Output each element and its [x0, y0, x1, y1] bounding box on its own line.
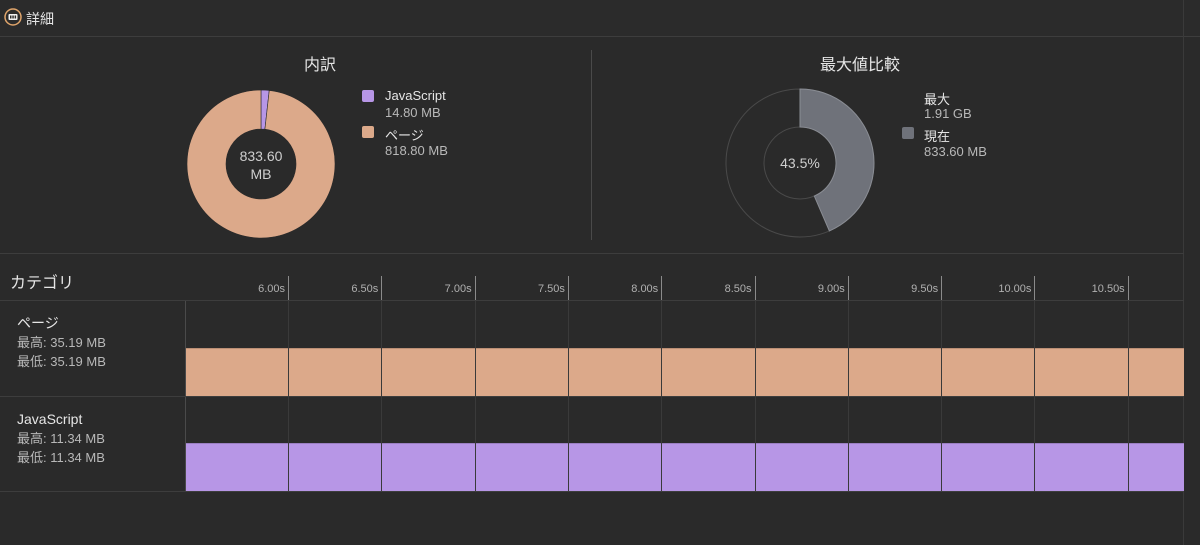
tick-mark — [941, 276, 943, 301]
category-min: 最低: 35.19 MB — [17, 354, 106, 369]
tick-mark — [567, 276, 569, 301]
tick-label: 6.50s — [351, 283, 379, 295]
tick-mark — [661, 276, 663, 301]
page-memory-bar — [186, 348, 1184, 396]
breakdown-total-value: 833.60 — [239, 148, 283, 164]
details-header: 詳細 — [0, 0, 1200, 37]
tick-label: 7.50s — [537, 283, 565, 295]
category-min: 最低: 11.34 MB — [17, 450, 105, 465]
details-title: 詳細 — [26, 11, 54, 27]
categories-top-border — [0, 253, 1184, 254]
javascript-legend-value: 14.80 MB — [385, 105, 441, 120]
tick-mark — [288, 276, 289, 301]
current-legend-swatch — [902, 127, 914, 139]
row-divider — [0, 396, 1184, 397]
tick-mark — [847, 276, 849, 301]
timeline-ruler[interactable]: 6.00s 6.50s 7.00s 7.50s 8.00s 8.50s 9.00s 9.50s… — [186, 262, 1184, 301]
breakdown-total-unit: MB — [250, 166, 272, 182]
tick-mark — [1127, 276, 1129, 301]
tick-label: 9.50s — [911, 283, 939, 295]
tick-label: 10.50s — [1091, 283, 1125, 295]
tick-mark — [1034, 276, 1036, 301]
category-name: ページ — [17, 315, 59, 331]
breakdown-total: 833.60 MB — [211, 147, 311, 183]
tick-mark — [381, 276, 383, 301]
categories-title: カテゴリ — [10, 275, 75, 292]
memory-chip-icon — [4, 8, 22, 26]
page-legend-label: ページ — [385, 128, 424, 143]
javascript-memory-bar — [186, 443, 1184, 491]
ruler-bottom-border — [0, 300, 1184, 301]
section-divider — [591, 50, 592, 240]
category-row-javascript-label: JavaScript 最高: 11.34 MB 最低: 11.34 MB — [17, 410, 105, 467]
tick-label: 8.00s — [631, 283, 659, 295]
max-comparison-title: 最大値比較 — [819, 57, 900, 74]
category-max: 最高: 35.19 MB — [17, 335, 106, 350]
max-legend-value: 1.91 GB — [924, 106, 972, 121]
tick-label: 10.00s — [998, 283, 1032, 295]
category-max: 最高: 11.34 MB — [17, 431, 105, 446]
tick-label: 7.00s — [444, 283, 472, 295]
category-row-page-label: ページ 最高: 35.19 MB 最低: 35.19 MB — [17, 314, 106, 371]
tick-mark — [754, 276, 756, 301]
tick-label: 9.00s — [817, 283, 845, 295]
page-legend-swatch — [362, 126, 374, 138]
max-comparison-percent: 43.5% — [780, 155, 820, 171]
current-legend-label: 現在 — [924, 129, 951, 144]
breakdown-title: 内訳 — [303, 57, 336, 74]
tick-mark — [474, 276, 476, 301]
javascript-legend-label: JavaScript — [385, 88, 446, 103]
tick-label: 6.00s — [258, 283, 285, 295]
category-name: JavaScript — [17, 411, 83, 427]
javascript-legend-swatch — [362, 90, 374, 102]
current-legend-value: 833.60 MB — [924, 144, 987, 159]
page-legend-value: 818.80 MB — [385, 143, 448, 158]
categories-bottom-border — [0, 491, 1184, 492]
tick-label: 8.50s — [724, 283, 752, 295]
